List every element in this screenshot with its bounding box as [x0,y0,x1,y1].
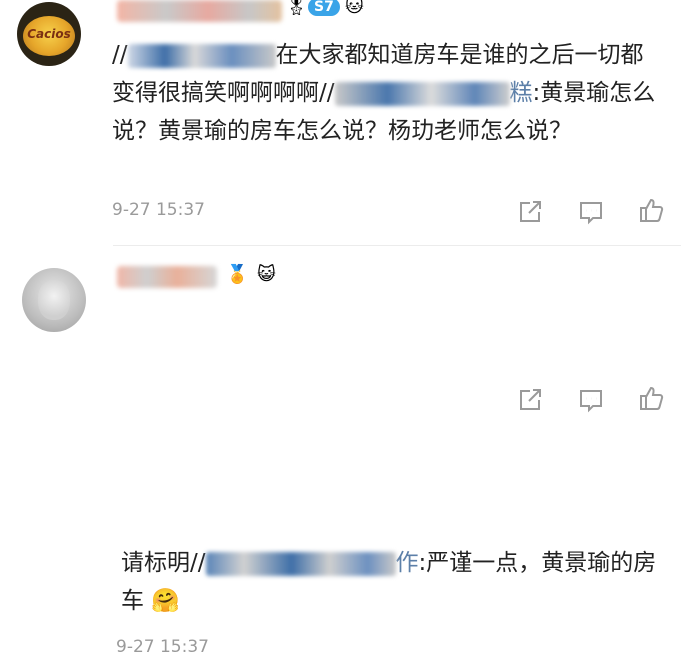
username-redacted[interactable] [117,266,217,288]
mention-redacted[interactable] [205,551,396,576]
mention-name-tail[interactable]: 作 [396,550,419,576]
mention-name-tail[interactable]: 糕 [510,80,533,106]
avatar[interactable]: Cacios [17,2,81,66]
medal-icon: 🎖 [285,0,308,17]
avatar-face [38,280,70,320]
share-icon [520,389,541,410]
comment-icon [580,390,602,413]
mention-redacted[interactable] [127,43,276,68]
comment-text: //在大家都知道房车是谁的之后一切都变得很搞笑啊啊啊啊//糕:黄景瑜怎么说？黄景… [112,42,656,144]
comment-item: Cacios 🎖 S7 🐱 //在大家都知道房车是谁的之后一切都变得很搞笑啊啊啊… [0,0,681,246]
avatar-logo-text: Cacios [27,27,71,41]
comment-button[interactable] [577,386,605,414]
like-button[interactable] [637,196,665,224]
avatar[interactable] [22,268,86,332]
timestamp: 9-27 15:37 [112,200,205,220]
comment-item: 🏅 😺 请标明//作:严谨一点，黄景瑜的房车 🤗 9-27 15:37 [0,246,681,657]
mention-redacted[interactable] [334,81,510,106]
timestamp: 9-27 15:37 [116,637,209,657]
thumbs-up-icon [640,198,664,222]
comment-icon [580,202,602,225]
username-redacted[interactable] [117,0,282,22]
mascot-icon: 🐱 [345,0,364,17]
share-button[interactable] [516,386,544,414]
share-icon [520,201,541,222]
comment-button[interactable] [577,198,605,226]
hug-emoji-icon: 🤗 [144,588,180,614]
level-badge: S7 [308,0,340,16]
comment-text: 请标明//作:严谨一点，黄景瑜的房车 🤗 [121,550,657,614]
badge-icon: 🏅 [226,264,249,285]
thumbs-up-icon [640,386,664,410]
cat-icon: 😺 [257,264,276,285]
like-button[interactable] [637,384,665,412]
share-button[interactable] [516,198,544,226]
